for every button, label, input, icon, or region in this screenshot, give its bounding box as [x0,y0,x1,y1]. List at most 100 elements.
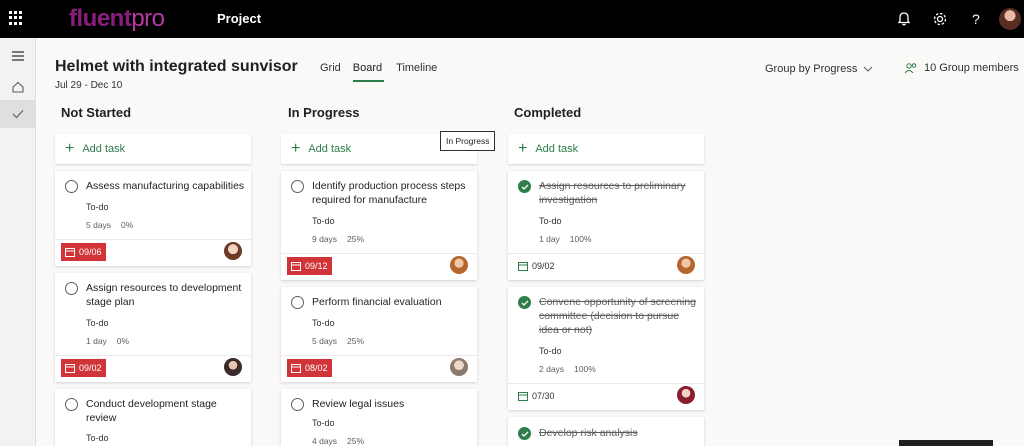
due-date: 09/02 [532,261,555,271]
user-avatar[interactable] [999,8,1021,30]
svg-text:?: ? [972,11,980,27]
task-progress: 100% [569,234,592,244]
assignee-avatar[interactable] [224,242,242,260]
task-card[interactable]: Convene opportunity of screening committ… [508,287,704,410]
group-by-label: Group by Progress [765,63,858,75]
task-name: Develop risk analysis [539,427,638,439]
task-card[interactable]: Assign resources to preliminary investig… [508,171,704,280]
group-members-button[interactable]: 10 Group members [904,62,1019,74]
assignee-avatar[interactable] [224,358,242,376]
task-name: Review legal issues [312,398,405,410]
card-divider [55,239,251,240]
tab-timeline[interactable]: Timeline [396,62,445,82]
calendar-icon [291,262,301,271]
top-bar: fluentpro Project ? [0,0,1024,38]
task-progress: 25% [347,436,365,446]
task-name: Assess manufacturing capabilities [86,180,245,192]
due-date-badge: 09/02 [514,257,559,275]
tab-grid[interactable]: Grid [320,62,349,82]
task-name: Perform financial evaluation [312,296,442,308]
home-icon[interactable] [0,73,36,101]
people-icon [904,63,917,74]
due-date: 09/02 [79,363,102,373]
assignee-avatar[interactable] [450,256,468,274]
card-divider [281,355,477,356]
complete-checkbox[interactable] [291,296,304,309]
complete-checkbox[interactable] [291,180,304,193]
column-title-completed: Completed [514,105,582,120]
assignee-avatar[interactable] [677,386,695,404]
due-date-badge: 09/02 [61,359,106,377]
add-task-button[interactable]: + Add task [55,134,251,164]
due-date-badge: 08/02 [287,359,332,377]
task-progress: 0% [116,336,130,346]
complete-checkbox[interactable] [65,282,78,295]
assignee-avatar[interactable] [677,256,695,274]
completed-check-icon[interactable] [518,427,531,440]
task-card[interactable]: Assign resources to development stage pl… [55,273,251,382]
task-status: To-do [312,216,335,226]
task-progress: 100% [574,364,596,374]
card-divider [55,355,251,356]
due-date-badge: 09/06 [61,243,106,261]
task-duration: 1 day [86,336,107,346]
complete-checkbox[interactable] [65,398,78,411]
task-meta: 1 day 0% [86,336,129,346]
calendar-icon [518,262,528,271]
task-name: Convene opportunity of screening committ… [539,296,697,336]
card-divider [508,253,704,254]
task-card[interactable]: Perform financial evaluation To-do 5 day… [281,287,477,382]
bell-icon[interactable] [895,10,913,28]
group-members-label: 10 Group members [924,62,1019,74]
completed-check-icon[interactable] [518,180,531,193]
task-name: Identify production process steps requir… [312,180,466,206]
task-meta: 2 days 100% [539,364,596,374]
card-divider [508,383,704,384]
card-divider [281,253,477,254]
plus-icon: + [518,140,528,157]
column-title-not-started: Not Started [61,105,132,120]
plus-icon: + [291,140,301,157]
due-date: 09/12 [305,261,328,271]
app-title: Project [217,11,262,26]
task-meta: 1 day 100% [539,234,592,244]
task-duration: 1 day [539,234,560,244]
column-title-in-progress: In Progress [288,105,360,120]
complete-checkbox[interactable] [291,398,304,411]
due-date-badge: 07/30 [514,387,559,405]
task-card[interactable]: Develop risk analysis [508,417,704,446]
completed-check-icon[interactable] [518,296,531,309]
view-tabs: Grid Board Timeline [320,62,449,82]
task-card[interactable]: Identify production process steps requir… [281,171,477,280]
tab-board[interactable]: Board [352,62,385,82]
due-date: 09/06 [79,247,102,257]
group-by-dropdown[interactable]: Group by Progress [765,63,873,75]
task-status: To-do [86,202,109,212]
gear-icon[interactable] [931,10,949,28]
chevron-down-icon [863,66,873,72]
due-date-badge: 09/12 [287,257,332,275]
complete-checkbox[interactable] [65,180,78,193]
task-card[interactable]: Conduct development stage review To-do [55,389,251,446]
task-duration: 5 days [312,336,338,346]
due-date: 08/02 [305,363,328,373]
add-task-label: Add task [82,143,126,155]
app-launcher-icon[interactable] [9,11,23,25]
add-task-button[interactable]: + Add task [508,134,704,164]
task-card[interactable]: Assess manufacturing capabilities To-do … [55,171,251,266]
task-duration: 2 days [539,364,565,374]
task-meta: 4 days 25% [312,436,364,446]
task-status: To-do [539,216,562,226]
help-icon[interactable]: ? [967,10,985,28]
menu-icon[interactable] [0,42,36,70]
due-date: 07/30 [532,391,555,401]
bottom-bar [899,440,993,446]
task-meta: 5 days 0% [86,220,133,230]
tasks-check-icon[interactable] [0,100,36,128]
assignee-avatar[interactable] [450,358,468,376]
task-status: To-do [539,346,562,356]
task-progress: 25% [347,336,365,346]
task-status: To-do [312,318,335,328]
task-duration: 9 days [312,234,338,244]
task-card[interactable]: Review legal issues To-do 4 days 25% [281,389,477,446]
